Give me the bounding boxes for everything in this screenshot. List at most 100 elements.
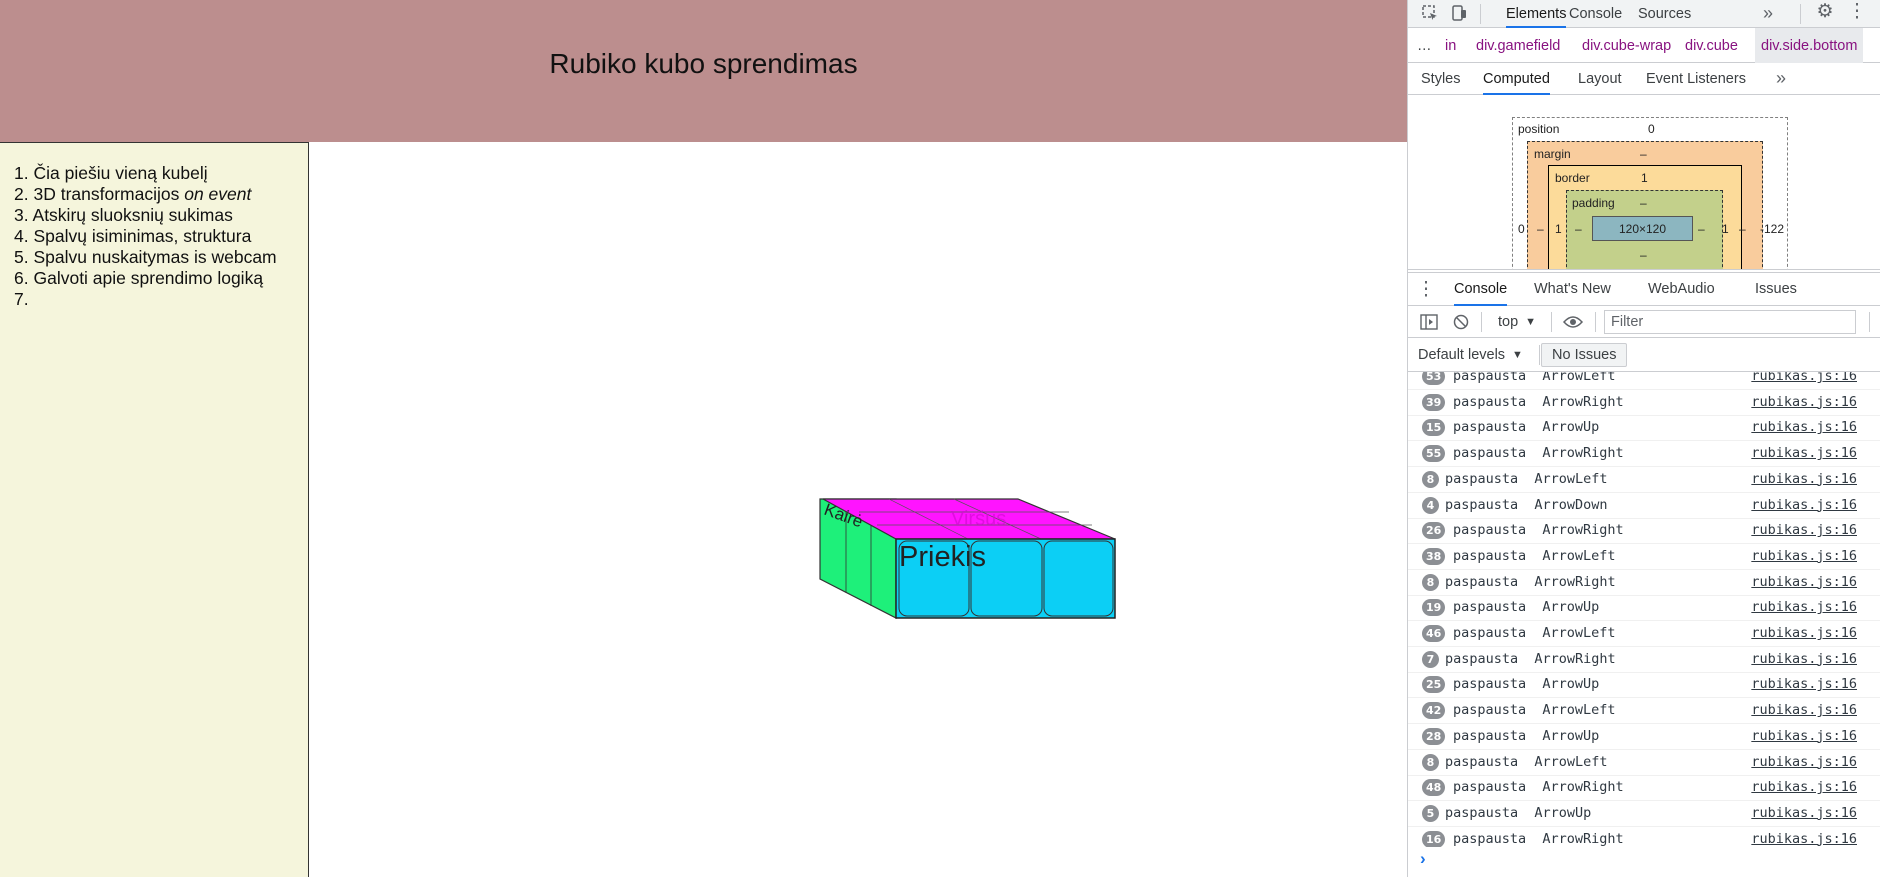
source-link[interactable]: rubikas.js:16	[1751, 728, 1857, 744]
log-levels-value: Default levels	[1418, 346, 1506, 363]
rubik-cube[interactable]: Priekis Kairė Viršus	[309, 142, 1407, 877]
source-link[interactable]: rubikas.js:16	[1751, 625, 1857, 641]
settings-gear-icon[interactable]: ⚙	[1814, 0, 1836, 22]
more-tabs-icon[interactable]: »	[1758, 0, 1778, 26]
console-message-row[interactable]: 48 paspausta ArrowRight rubikas.js:16	[1408, 775, 1880, 802]
repeat-count-badge: 42	[1422, 702, 1446, 720]
console-message-row[interactable]: 39 paspausta ArrowRight rubikas.js:16	[1408, 390, 1880, 416]
console-message-row[interactable]: 26 paspausta ArrowRight rubikas.js:16	[1408, 518, 1880, 545]
console-message-text: paspausta ArrowLeft	[1453, 372, 1616, 384]
drawer-tab-webaudio[interactable]: WebAudio	[1648, 273, 1715, 305]
tab-sources[interactable]: Sources	[1638, 0, 1691, 27]
source-link[interactable]: rubikas.js:16	[1751, 497, 1857, 513]
console-message-row[interactable]: 25 paspausta ArrowUp rubikas.js:16	[1408, 672, 1880, 699]
console-message-row[interactable]: 53 paspausta ArrowLeft rubikas.js:16	[1408, 372, 1880, 390]
console-filter-input[interactable]	[1604, 310, 1856, 334]
source-link[interactable]: rubikas.js:16	[1751, 548, 1857, 564]
console-message-text: paspausta ArrowRight	[1445, 573, 1616, 590]
log-levels-dropdown[interactable]: Default levels ▼	[1418, 338, 1523, 371]
console-message-row[interactable]: 4 paspausta ArrowDown rubikas.js:16	[1408, 493, 1880, 519]
console-message-row[interactable]: 7 paspausta ArrowRight rubikas.js:16	[1408, 647, 1880, 673]
console-message-row[interactable]: 42 paspausta ArrowLeft rubikas.js:16	[1408, 698, 1880, 725]
console-message-row[interactable]: 28 paspausta ArrowUp rubikas.js:16	[1408, 724, 1880, 750]
source-link[interactable]: rubikas.js:16	[1751, 445, 1857, 461]
source-link[interactable]: rubikas.js:16	[1751, 394, 1857, 410]
repeat-count-badge: 8	[1422, 470, 1439, 488]
tab-console[interactable]: Console	[1569, 0, 1622, 27]
repeat-count-badge: 7	[1422, 650, 1439, 668]
console-message-text: paspausta ArrowLeft	[1453, 547, 1616, 564]
source-link[interactable]: rubikas.js:16	[1751, 522, 1857, 538]
source-link[interactable]: rubikas.js:16	[1751, 419, 1857, 435]
console-message-row[interactable]: 38 paspausta ArrowLeft rubikas.js:16	[1408, 544, 1880, 570]
breadcrumb-item[interactable]: div.cube	[1685, 28, 1738, 63]
console-levels-bar: Default levels ▼ No Issues	[1408, 338, 1880, 372]
device-toolbar-icon[interactable]	[1449, 3, 1469, 23]
console-message-row[interactable]: 46 paspausta ArrowLeft rubikas.js:16	[1408, 621, 1880, 647]
repeat-count-badge: 16	[1422, 830, 1446, 847]
source-link[interactable]: rubikas.js:16	[1751, 805, 1857, 821]
context-selector[interactable]: top ▼	[1498, 306, 1536, 337]
console-message-row[interactable]: 15 paspausta ArrowUp rubikas.js:16	[1408, 415, 1880, 442]
eye-icon[interactable]	[1560, 312, 1586, 332]
prompt-chevron-icon: ›	[1420, 849, 1426, 868]
clear-console-icon[interactable]	[1451, 312, 1471, 332]
breadcrumb-item[interactable]: in	[1445, 28, 1456, 63]
console-message-row[interactable]: 16 paspausta ArrowRight rubikas.js:16	[1408, 827, 1880, 847]
position-value: 0	[1648, 122, 1655, 136]
tab-computed[interactable]: Computed	[1483, 63, 1550, 95]
source-link[interactable]: rubikas.js:16	[1751, 676, 1857, 692]
left-outer-value: 0	[1518, 222, 1525, 236]
drawer-tab-issues[interactable]: Issues	[1755, 273, 1797, 305]
drawer-tab-what-s-new[interactable]: What's New	[1534, 273, 1611, 305]
more-panes-icon[interactable]: »	[1771, 63, 1791, 93]
source-link[interactable]: rubikas.js:16	[1751, 372, 1857, 384]
source-link[interactable]: rubikas.js:16	[1751, 754, 1857, 770]
breadcrumb-item[interactable]: div.cube-wrap	[1582, 28, 1671, 63]
console-message-text: paspausta ArrowUp	[1453, 419, 1600, 436]
source-link[interactable]: rubikas.js:16	[1751, 574, 1857, 590]
todo-item: 7.	[14, 289, 308, 310]
console-message-text: paspausta ArrowUp	[1453, 599, 1600, 616]
devtools-panel: Elements Console Sources » ⚙ ⋮ … in div.game…	[1407, 0, 1880, 877]
drawer-tab-console[interactable]: Console	[1454, 273, 1508, 306]
cube-top-label: Viršus	[951, 508, 1006, 530]
console-prompt[interactable]: ›	[1408, 847, 1880, 877]
console-message-row[interactable]: 8 paspausta ArrowRight rubikas.js:16	[1408, 570, 1880, 596]
source-link[interactable]: rubikas.js:16	[1751, 831, 1857, 847]
console-message-row[interactable]: 55 paspausta ArrowRight rubikas.js:16	[1408, 441, 1880, 468]
source-link[interactable]: rubikas.js:16	[1751, 471, 1857, 487]
tab-elements[interactable]: Elements	[1506, 0, 1567, 28]
repeat-count-badge: 39	[1422, 393, 1446, 411]
app-window: Rubiko kubo sprendimas 1. Čia piešiu vie…	[0, 0, 1880, 877]
source-link[interactable]: rubikas.js:16	[1751, 599, 1857, 615]
source-link[interactable]: rubikas.js:16	[1751, 779, 1857, 795]
console-message-row[interactable]: 8 paspausta ArrowLeft rubikas.js:16	[1408, 750, 1880, 776]
box-model-content[interactable]: 120×120	[1592, 216, 1693, 241]
repeat-count-badge: 4	[1422, 496, 1439, 514]
tab-layout[interactable]: Layout	[1578, 63, 1622, 94]
gamefield[interactable]: Priekis Kairė Viršus	[309, 142, 1407, 877]
todo-text: Galvoti apie sprendimo logiką	[33, 268, 264, 288]
console-message-row[interactable]: 5 paspausta ArrowUp rubikas.js:16	[1408, 801, 1880, 827]
chevron-down-icon: ▼	[1525, 315, 1537, 328]
kebab-menu-icon[interactable]: ⋮	[1848, 0, 1867, 22]
console-message-row[interactable]: 19 paspausta ArrowUp rubikas.js:16	[1408, 595, 1880, 622]
source-link[interactable]: rubikas.js:16	[1751, 702, 1857, 718]
console-message-row[interactable]: 8 paspausta ArrowLeft rubikas.js:16	[1408, 467, 1880, 493]
inspect-element-icon[interactable]	[1420, 3, 1440, 23]
breadcrumb-item[interactable]: div.side.bottom	[1755, 28, 1864, 63]
breadcrumb-item[interactable]: …	[1417, 28, 1432, 63]
drawer-menu-icon[interactable]: ⋮	[1417, 277, 1436, 301]
sidebar-toggle-icon[interactable]	[1419, 312, 1439, 332]
dom-breadcrumb: … in div.gamefield div.cube-wrap div.cube div…	[1408, 28, 1880, 63]
padding-bottom-value: –	[1640, 248, 1647, 262]
issues-counter-button[interactable]: No Issues	[1541, 343, 1628, 367]
tab-event-listeners[interactable]: Event Listeners	[1646, 63, 1746, 94]
tab-styles[interactable]: Styles	[1421, 63, 1461, 94]
breadcrumb-item[interactable]: div.gamefield	[1476, 28, 1560, 63]
console-messages[interactable]: 53 paspausta ArrowLeft rubikas.js:16 39 pasp…	[1408, 372, 1880, 847]
todo-item: 3. Atskirų sluoksnių sukimas	[14, 205, 308, 226]
repeat-count-badge: 19	[1422, 599, 1446, 617]
source-link[interactable]: rubikas.js:16	[1751, 651, 1857, 667]
